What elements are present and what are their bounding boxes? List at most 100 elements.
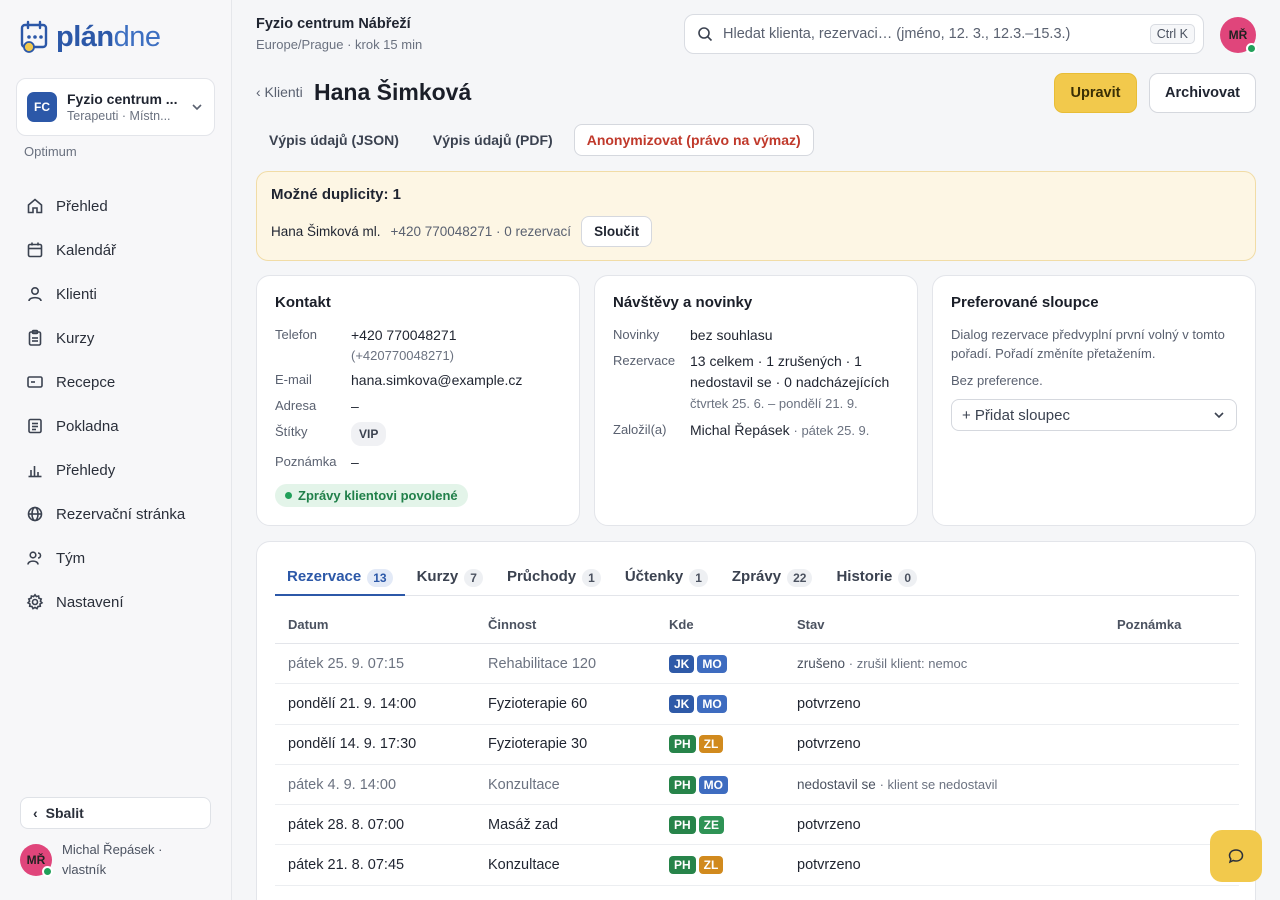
table-row[interactable]: pátek 21. 8. 07:45 Konzultace PH ZL potvrzen…: [275, 845, 1239, 886]
user-icon: [28, 286, 42, 302]
chat-button[interactable]: [1210, 830, 1262, 882]
state-value: potvrzeno: [797, 695, 861, 712]
cell-activity: Rehabilitace 120: [488, 655, 597, 672]
tab-účtenky[interactable]: Účtenky 1: [613, 562, 720, 596]
global-search[interactable]: Ctrl K: [684, 14, 1204, 54]
location-title: Fyzio centrum Nábřeží: [256, 16, 411, 32]
nav-label: Přehled: [56, 197, 108, 215]
cell-date: pátek 28. 8. 07:00: [288, 816, 405, 833]
reservations-summary: 13 celkem · 1 zrušených · 1 nedostavil s…: [690, 353, 890, 390]
table-row[interactable]: pátek 25. 9. 07:15 Rehabilitace 120 JK MO zr…: [275, 644, 1239, 685]
duplicates-alert: Možné duplicity: 1 Hana Šimková ml. +420…: [256, 171, 1256, 261]
account-avatar[interactable]: MŘ: [1220, 17, 1257, 54]
reservations-label: Rezervace: [613, 353, 676, 368]
cell-date: pátek 4. 9. 14:00: [288, 776, 397, 793]
cell-where: PH MO: [669, 775, 797, 794]
edit-button[interactable]: Upravit: [1054, 73, 1137, 113]
nav-item-courses[interactable]: Kurzy: [16, 316, 216, 360]
tab-count-badge: 1: [582, 569, 601, 587]
search-icon: [698, 27, 713, 42]
nav-item-reception[interactable]: Recepce: [16, 360, 216, 404]
tags-label: Štítky: [275, 424, 308, 439]
tab-label: Historie: [836, 568, 893, 585]
card-icon: [27, 376, 43, 388]
cell-where: JK MO: [669, 654, 797, 673]
cell-state: nedostavil se · klient se nedostavil: [797, 777, 1117, 792]
table-row[interactable]: pátek 4. 9. 14:00 Konzultace PH MO nedostavi…: [275, 765, 1239, 806]
tab-kurzy[interactable]: Kurzy 7: [405, 562, 495, 596]
nav-item-booking-page[interactable]: Rezervační stránka: [16, 492, 216, 536]
nav-label: Kalendář: [56, 241, 117, 259]
tab-label: Průchody: [506, 568, 577, 585]
merge-button[interactable]: Sloučit: [581, 216, 653, 247]
history-panel: Rezervace 13 Kurzy 7 Průchody 1 Účtenky 1 Zprávy…: [256, 541, 1256, 900]
calendar-logo-icon: [20, 20, 48, 53]
card-title: Návštěvy a novinky: [613, 294, 753, 311]
back-to-clients-link[interactable]: ‹ Klienti: [256, 84, 303, 100]
nav-item-settings[interactable]: Nastavení: [16, 580, 216, 624]
table-header: Datum Činnost Kde Stav Poznámka: [275, 606, 1239, 644]
cell-where: PH ZL: [669, 856, 797, 875]
nav-label: Rezervační stránka: [56, 505, 186, 523]
gear-icon: [26, 593, 44, 610]
phone-label: Telefon: [275, 327, 317, 342]
receipt-icon: [28, 418, 42, 434]
brand-name: plándne: [56, 20, 161, 53]
resource-chip: PH: [669, 815, 696, 834]
cell-activity: Konzultace: [488, 857, 560, 874]
column-header-where[interactable]: Kde: [669, 617, 797, 632]
table-row[interactable]: pátek 28. 8. 07:00 Masáž zad PH ZE potvrzeno: [275, 805, 1239, 846]
state-detail: · zrušil klient: nemoc: [848, 656, 968, 672]
resource-chip: ZL: [698, 735, 724, 754]
tab-label: Kurzy: [416, 568, 459, 585]
export-json-button[interactable]: Výpis údajů (JSON): [256, 124, 412, 156]
organization-switcher[interactable]: FC Fyzio centrum ... Terapeuti · Místn..…: [16, 78, 215, 136]
tab-count-badge: 22: [787, 569, 813, 587]
add-column-select[interactable]: + Přidat sloupec: [951, 399, 1237, 431]
nav-item-overview[interactable]: Přehled: [16, 184, 216, 228]
duplicate-meta: +420 770048271 · 0 rezervací: [390, 224, 572, 239]
address-value: –: [351, 398, 359, 414]
cell-state: potvrzeno: [797, 736, 1117, 752]
nav-item-team[interactable]: Tým: [16, 536, 216, 580]
note-value: –: [351, 454, 359, 470]
tab-count-badge: 7: [464, 569, 483, 587]
current-user[interactable]: MŘ Michal Řepásek · vlastník: [20, 840, 182, 880]
nav-item-clients[interactable]: Klienti: [16, 272, 216, 316]
cell-date: pondělí 14. 9. 17:30: [288, 736, 417, 753]
team-icon: [27, 551, 42, 565]
phone-raw: (+420770048271): [351, 348, 455, 363]
nav-item-calendar[interactable]: Kalendář: [16, 228, 216, 272]
tab-zprávy[interactable]: Zprávy 22: [720, 562, 825, 596]
nav-item-cashier[interactable]: Pokladna: [16, 404, 216, 448]
column-header-date[interactable]: Datum: [275, 617, 488, 632]
phone-value[interactable]: +420 770048271: [351, 327, 457, 343]
news-value: bez souhlasu: [690, 327, 773, 343]
search-input[interactable]: [723, 26, 1140, 42]
clipboard-icon: [28, 329, 42, 346]
table-row[interactable]: pondělí 14. 9. 17:30 Fyzioterapie 30 PH ZL p…: [275, 725, 1239, 765]
tab-rezervace[interactable]: Rezervace 13: [275, 562, 405, 596]
preferred-columns-description: Dialog rezervace předvyplní první volný …: [951, 327, 1225, 361]
collapse-sidebar-button[interactable]: ‹ Sbalit: [20, 797, 211, 829]
nav-label: Pokladna: [56, 417, 119, 435]
tab-historie[interactable]: Historie 0: [824, 562, 929, 596]
email-value[interactable]: hana.simkova@example.cz: [351, 370, 561, 390]
cell-state: zrušeno · zrušil klient: nemoc: [797, 656, 1117, 671]
archive-button[interactable]: Archivovat: [1149, 73, 1256, 113]
table-row[interactable]: pondělí 21. 9. 14:00 Fyzioterapie 60 JK MO p…: [275, 684, 1239, 725]
column-header-activity[interactable]: Činnost: [488, 617, 669, 632]
column-header-note[interactable]: Poznámka: [1117, 617, 1239, 632]
user-label: Michal Řepásek · vlastník: [62, 842, 163, 877]
nav-item-reports[interactable]: Přehledy: [16, 448, 216, 492]
avatar: MŘ: [20, 844, 53, 877]
card-title: Kontakt: [275, 294, 331, 311]
contact-card: Kontakt Telefon +420 770048271 (+42077004…: [256, 275, 580, 526]
resource-chip: ZL: [698, 856, 724, 875]
column-header-state[interactable]: Stav: [797, 617, 1117, 632]
tab-průchody[interactable]: Průchody 1: [495, 562, 613, 596]
export-pdf-button[interactable]: Výpis údajů (PDF): [420, 124, 566, 156]
anonymize-button[interactable]: Anonymizovat (právo na výmaz): [573, 124, 814, 156]
data-export-actions: Výpis údajů (JSON) Výpis údajů (PDF) Ano…: [256, 124, 814, 156]
brand-logo[interactable]: plándne: [20, 20, 161, 54]
